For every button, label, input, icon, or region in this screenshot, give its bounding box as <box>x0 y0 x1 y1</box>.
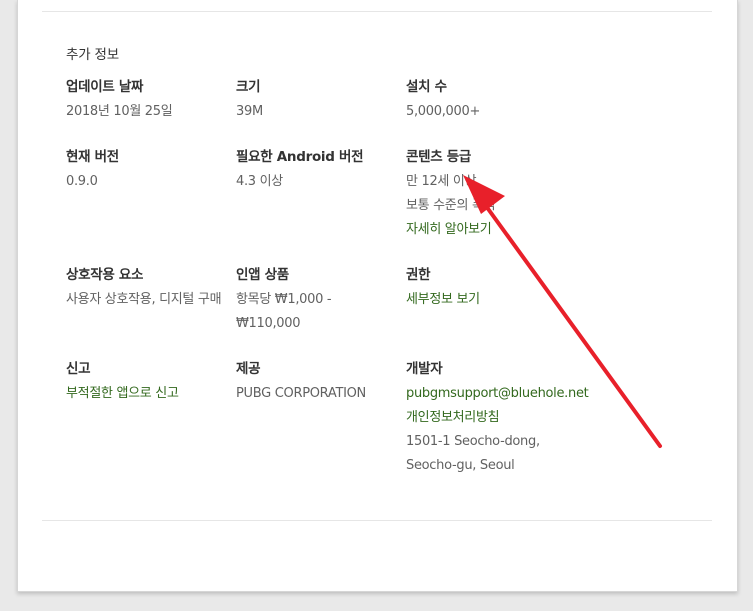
info-developer: 개발자 pubgmsupport@bluehole.net 개인정보처리방침 1… <box>406 360 626 478</box>
requires-android-label: 필요한 Android 버전 <box>236 149 364 165</box>
info-installs: 설치 수 5,000,000+ <box>406 78 571 124</box>
current-version-label: 현재 버전 <box>66 149 119 165</box>
section-title: 추가 정보 <box>66 47 119 63</box>
current-version-value: 0.9.0 <box>66 174 98 189</box>
bottom-divider <box>42 520 712 521</box>
permissions-details-link[interactable]: 세부정보 보기 <box>406 288 571 312</box>
developer-address-line1: 1501-1 Seocho-dong, <box>406 434 540 449</box>
permissions-label: 권한 <box>406 267 431 283</box>
info-current-version: 현재 버전 0.9.0 <box>66 148 231 194</box>
info-in-app-products: 인앱 상품 항목당 ₩1,000 - ₩110,000 <box>236 266 401 336</box>
learn-more-link[interactable]: 자세히 알아보기 <box>406 218 571 242</box>
info-offered-by: 제공 PUBG CORPORATION <box>236 360 401 406</box>
developer-address-line2: Seocho-gu, Seoul <box>406 458 515 473</box>
privacy-policy-link[interactable]: 개인정보처리방침 <box>406 406 626 430</box>
installs-label: 설치 수 <box>406 79 447 95</box>
offered-by-value: PUBG CORPORATION <box>236 386 366 401</box>
developer-email-link[interactable]: pubgmsupport@bluehole.net <box>406 382 626 406</box>
info-content-rating: 콘텐츠 등급 만 12세 이상 보통 수준의 폭력 자세히 알아보기 <box>406 148 571 242</box>
info-requires-android: 필요한 Android 버전 4.3 이상 <box>236 148 401 194</box>
size-label: 크기 <box>236 79 261 95</box>
offered-by-label: 제공 <box>236 361 261 377</box>
installs-value: 5,000,000+ <box>406 104 481 119</box>
top-divider <box>42 11 712 12</box>
size-value: 39M <box>236 104 263 119</box>
updated-label: 업데이트 날짜 <box>66 79 144 95</box>
updated-value: 2018년 10월 25일 <box>66 104 173 119</box>
info-report: 신고 부적절한 앱으로 신고 <box>66 360 231 406</box>
report-label: 신고 <box>66 361 91 377</box>
content-rating-label: 콘텐츠 등급 <box>406 149 471 165</box>
report-app-link[interactable]: 부적절한 앱으로 신고 <box>66 382 231 406</box>
developer-label: 개발자 <box>406 361 443 377</box>
info-interactive-elements: 상호작용 요소 사용자 상호작용, 디지털 구매 <box>66 266 231 312</box>
requires-android-value: 4.3 이상 <box>236 174 283 189</box>
info-updated: 업데이트 날짜 2018년 10월 25일 <box>66 78 231 124</box>
info-size: 크기 39M <box>236 78 401 124</box>
interactive-elements-label: 상호작용 요소 <box>66 267 144 283</box>
content-rating-value: 만 12세 이상 <box>406 174 477 189</box>
content-rating-descriptor: 보통 수준의 폭력 <box>406 198 496 213</box>
additional-info-card: 추가 정보 업데이트 날짜 2018년 10월 25일 크기 39M 설치 수 … <box>17 0 738 592</box>
info-permissions: 권한 세부정보 보기 <box>406 266 571 312</box>
in-app-products-label: 인앱 상품 <box>236 267 289 283</box>
interactive-elements-value: 사용자 상호작용, 디지털 구매 <box>66 292 222 307</box>
in-app-products-value: 항목당 ₩1,000 - ₩110,000 <box>236 292 332 331</box>
